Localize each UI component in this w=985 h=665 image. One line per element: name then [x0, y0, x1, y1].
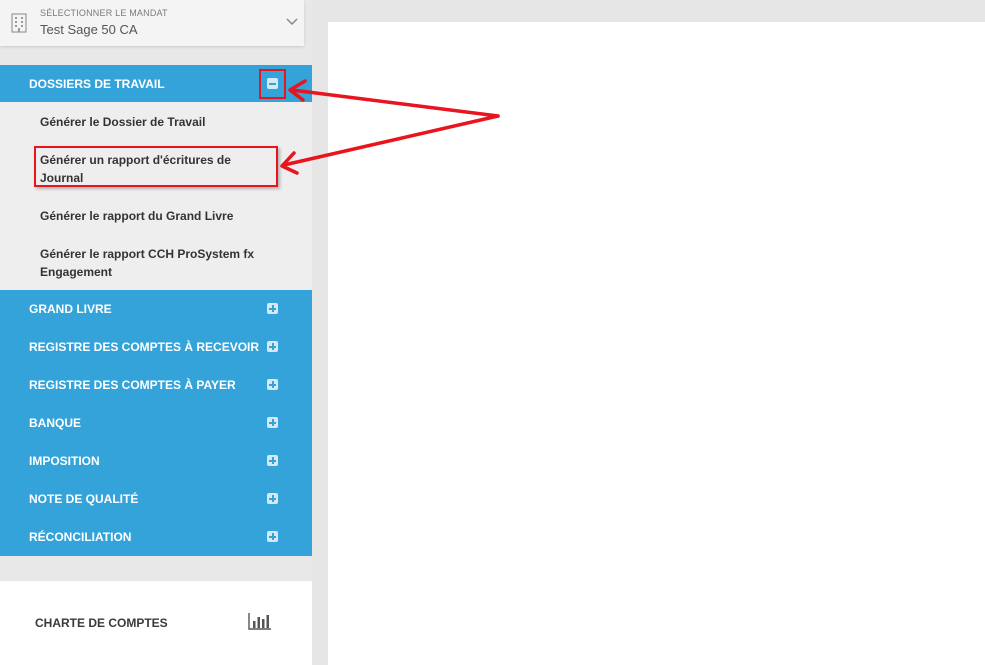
- section-title: NOTE DE QUALITÉ: [29, 492, 139, 506]
- section-banque[interactable]: BANQUE: [0, 404, 312, 442]
- section-title: BANQUE: [29, 416, 82, 430]
- section-reconciliation[interactable]: RÉCONCILIATION: [0, 518, 312, 556]
- expand-icon[interactable]: [267, 417, 278, 428]
- highlight-rapport-ecritures: [34, 146, 278, 187]
- building-icon: [11, 13, 27, 33]
- section-title: GRAND LIVRE: [29, 302, 112, 316]
- main-content: [328, 22, 985, 665]
- expand-icon[interactable]: [267, 303, 278, 314]
- mandat-selector[interactable]: SÉLECTIONNER LE MANDAT Test Sage 50 CA: [0, 0, 304, 46]
- expand-icon[interactable]: [267, 455, 278, 466]
- expand-icon[interactable]: [267, 493, 278, 504]
- section-comptes-recevoir[interactable]: REGISTRE DES COMPTES À RECEVOIR: [0, 328, 312, 366]
- expand-icon[interactable]: [267, 379, 278, 390]
- section-imposition[interactable]: IMPOSITION: [0, 442, 312, 480]
- section-title: IMPOSITION: [29, 454, 100, 468]
- mandat-label: SÉLECTIONNER LE MANDAT: [40, 8, 168, 18]
- expand-icon[interactable]: [267, 531, 278, 542]
- section-grand-livre[interactable]: GRAND LIVRE: [0, 290, 312, 328]
- section-title: REGISTRE DES COMPTES À RECEVOIR: [29, 340, 260, 354]
- mandat-value: Test Sage 50 CA: [40, 22, 138, 37]
- section-title: REGISTRE DES COMPTES À PAYER: [29, 378, 236, 392]
- highlight-collapse-toggle: [259, 69, 286, 99]
- section-list: GRAND LIVRE REGISTRE DES COMPTES À RECEVO…: [0, 290, 312, 556]
- section-note-qualite[interactable]: NOTE DE QUALITÉ: [0, 480, 312, 518]
- expand-icon[interactable]: [267, 341, 278, 352]
- sub-item-rapport-cch[interactable]: Générer le rapport CCH ProSystem fx Enga…: [0, 245, 312, 281]
- sub-item-generer-dossier[interactable]: Générer le Dossier de Travail: [0, 113, 312, 131]
- bar-chart-icon[interactable]: [248, 612, 272, 630]
- section-comptes-payer[interactable]: REGISTRE DES COMPTES À PAYER: [0, 366, 312, 404]
- section-title: DOSSIERS DE TRAVAIL: [29, 77, 165, 91]
- sub-item-rapport-grand-livre[interactable]: Générer le rapport du Grand Livre: [0, 207, 312, 225]
- section-title: RÉCONCILIATION: [29, 530, 132, 544]
- chevron-down-icon[interactable]: [285, 16, 299, 26]
- submenu-dossiers: Générer le Dossier de Travail Générer un …: [0, 102, 312, 290]
- sidebar: SÉLECTIONNER LE MANDAT Test Sage 50 CA D…: [0, 0, 312, 665]
- chart-label: CHARTE DE COMPTES: [35, 616, 168, 630]
- chart-of-accounts-card[interactable]: CHARTE DE COMPTES: [0, 581, 312, 665]
